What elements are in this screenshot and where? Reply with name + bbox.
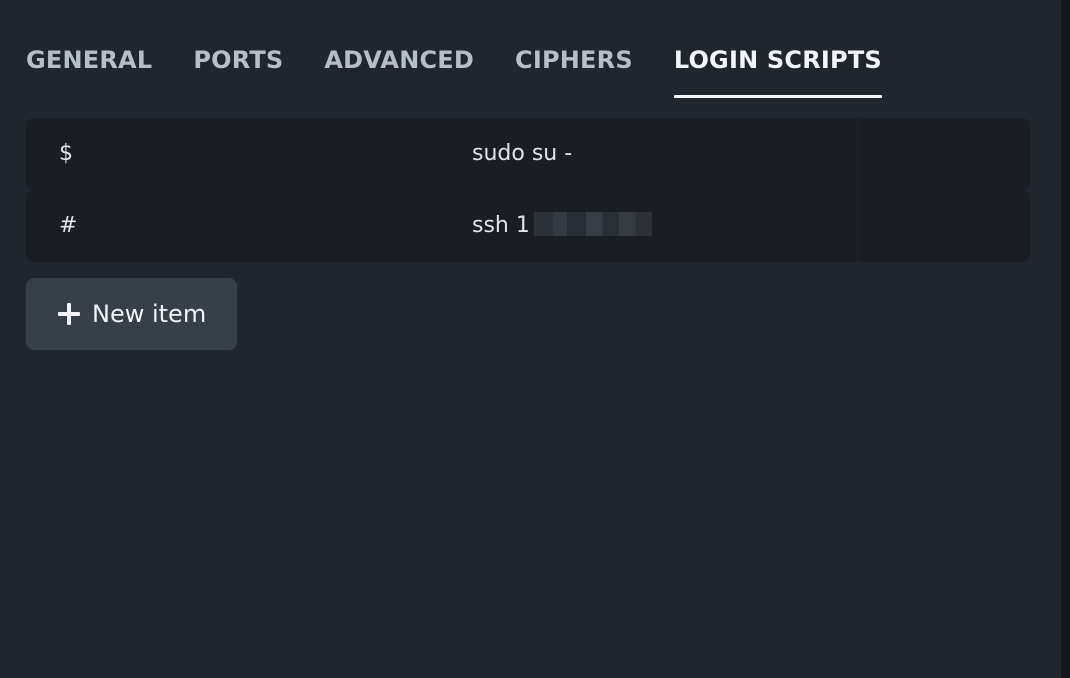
- new-item-button[interactable]: New item: [26, 278, 237, 350]
- tab-ciphers[interactable]: CIPHERS: [515, 0, 633, 98]
- row-divider: [857, 118, 859, 190]
- tab-general[interactable]: GENERAL: [26, 0, 152, 98]
- expect-field[interactable]: $: [59, 118, 419, 190]
- tab-advanced[interactable]: ADVANCED: [324, 0, 474, 98]
- send-text: sudo su -: [472, 141, 573, 166]
- tab-bar: GENERAL PORTS ADVANCED CIPHERS LOGIN SCR…: [26, 0, 923, 98]
- script-row[interactable]: $ sudo su -: [26, 118, 1030, 190]
- send-text: ssh 1: [472, 213, 530, 238]
- row-divider: [857, 190, 859, 262]
- redacted-value: [533, 212, 652, 236]
- tab-login-scripts[interactable]: LOGIN SCRIPTS: [673, 0, 882, 98]
- new-item-label: New item: [92, 300, 207, 328]
- tab-ports[interactable]: PORTS: [193, 0, 283, 98]
- expect-field[interactable]: #: [59, 190, 419, 262]
- send-field[interactable]: ssh 1: [472, 190, 852, 262]
- script-row[interactable]: # ssh 1: [26, 190, 1030, 262]
- window-edge: [1061, 0, 1070, 678]
- send-field[interactable]: sudo su -: [472, 118, 852, 190]
- login-scripts-list: $ sudo su - # ssh 1: [26, 118, 1030, 262]
- plus-icon: [58, 303, 80, 325]
